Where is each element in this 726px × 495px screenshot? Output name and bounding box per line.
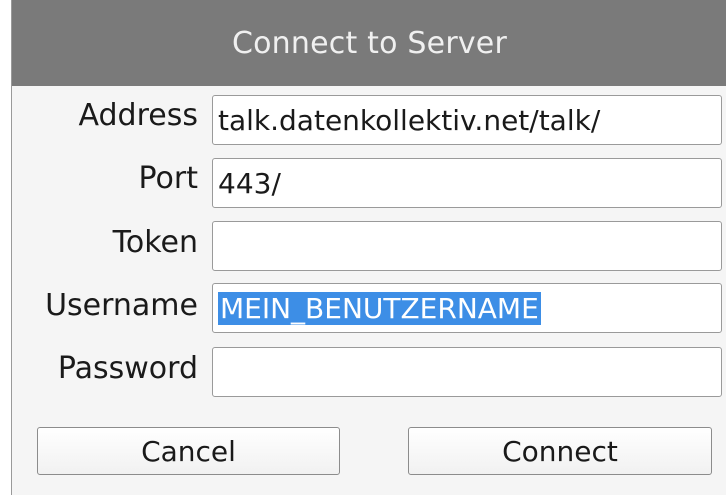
address-label: Address <box>78 98 198 133</box>
token-input[interactable] <box>212 221 722 271</box>
password-input[interactable] <box>212 347 722 397</box>
username-input[interactable]: MEIN_BENUTZERNAME <box>212 283 722 333</box>
connect-button[interactable]: Connect <box>408 427 712 475</box>
address-value: talk.datenkollektiv.net/talk/ <box>218 103 601 137</box>
password-label: Password <box>57 351 198 386</box>
cancel-button[interactable]: Cancel <box>37 427 340 475</box>
username-label: Username <box>45 288 198 323</box>
port-label: Port <box>138 161 198 196</box>
port-input[interactable]: 443/ <box>212 158 722 208</box>
port-value: 443/ <box>218 166 281 200</box>
username-selected-value: MEIN_BENUTZERNAME <box>218 291 541 325</box>
dialog-title: Connect to Server <box>12 0 726 86</box>
connect-dialog: Connect to Server Address talk.datenkoll… <box>11 0 726 495</box>
address-input[interactable]: talk.datenkollektiv.net/talk/ <box>212 95 722 145</box>
token-label: Token <box>112 225 198 260</box>
